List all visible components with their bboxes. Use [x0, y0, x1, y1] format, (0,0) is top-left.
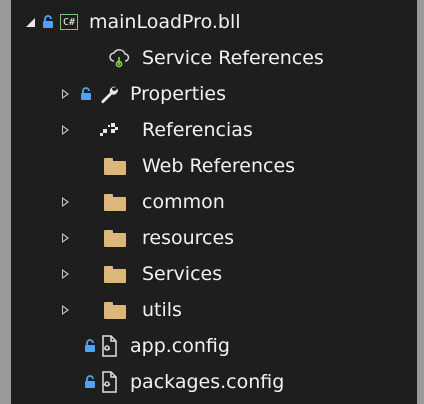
expand-arrow-closed-icon[interactable] [59, 256, 71, 292]
packages-config-label: packages.config [130, 371, 285, 393]
lock-icon [79, 76, 93, 112]
folder-icon [103, 292, 127, 328]
utils-label: utils [142, 299, 182, 321]
expand-arrow-closed-icon[interactable] [59, 184, 71, 220]
service-references-label: Service References [142, 47, 324, 69]
folder-icon [103, 256, 127, 292]
csharp-project-icon: C# [59, 4, 79, 40]
service-references-icon [107, 40, 131, 76]
web-references-label: Web References [142, 155, 296, 177]
services-label: Services [142, 263, 223, 285]
expand-arrow-closed-icon[interactable] [59, 220, 71, 256]
expand-arrow-closed-icon[interactable] [59, 292, 71, 328]
tree-row-web-references[interactable]: Web References [11, 148, 417, 184]
config-file-icon [97, 328, 121, 364]
app-config-label: app.config [130, 335, 230, 357]
properties-label: Properties [130, 83, 227, 105]
tree-row-referencias[interactable]: Referencias [11, 112, 417, 148]
expand-arrow-closed-icon[interactable] [59, 112, 71, 148]
tree-row-packages-config[interactable]: packages.config [11, 364, 417, 400]
folder-icon [103, 148, 127, 184]
common-label: common [142, 191, 225, 213]
tree-row-resources[interactable]: resources [11, 220, 417, 256]
wrench-icon [97, 76, 121, 112]
folder-icon [103, 220, 127, 256]
references-icon [97, 112, 121, 148]
tree-row-utils[interactable]: utils [11, 292, 417, 328]
lock-icon [83, 328, 97, 364]
solution-explorer-tree: C# mainLoadPro.bll Service References Pr… [11, 0, 417, 404]
tree-row-app-config[interactable]: app.config [11, 328, 417, 364]
lock-icon [83, 364, 97, 400]
config-file-icon [97, 364, 121, 400]
lock-icon [41, 4, 55, 40]
expand-arrow-open-icon[interactable] [23, 4, 37, 40]
tree-row-common[interactable]: common [11, 184, 417, 220]
referencias-label: Referencias [142, 119, 253, 141]
tree-row-services[interactable]: Services [11, 256, 417, 292]
tree-row-properties[interactable]: Properties [11, 76, 417, 112]
expand-arrow-closed-icon[interactable] [59, 76, 71, 112]
tree-row-project[interactable]: C# mainLoadPro.bll [11, 4, 417, 40]
folder-icon [103, 184, 127, 220]
tree-row-service-references[interactable]: Service References [11, 40, 417, 76]
project-label: mainLoadPro.bll [89, 11, 241, 33]
resources-label: resources [142, 227, 235, 249]
